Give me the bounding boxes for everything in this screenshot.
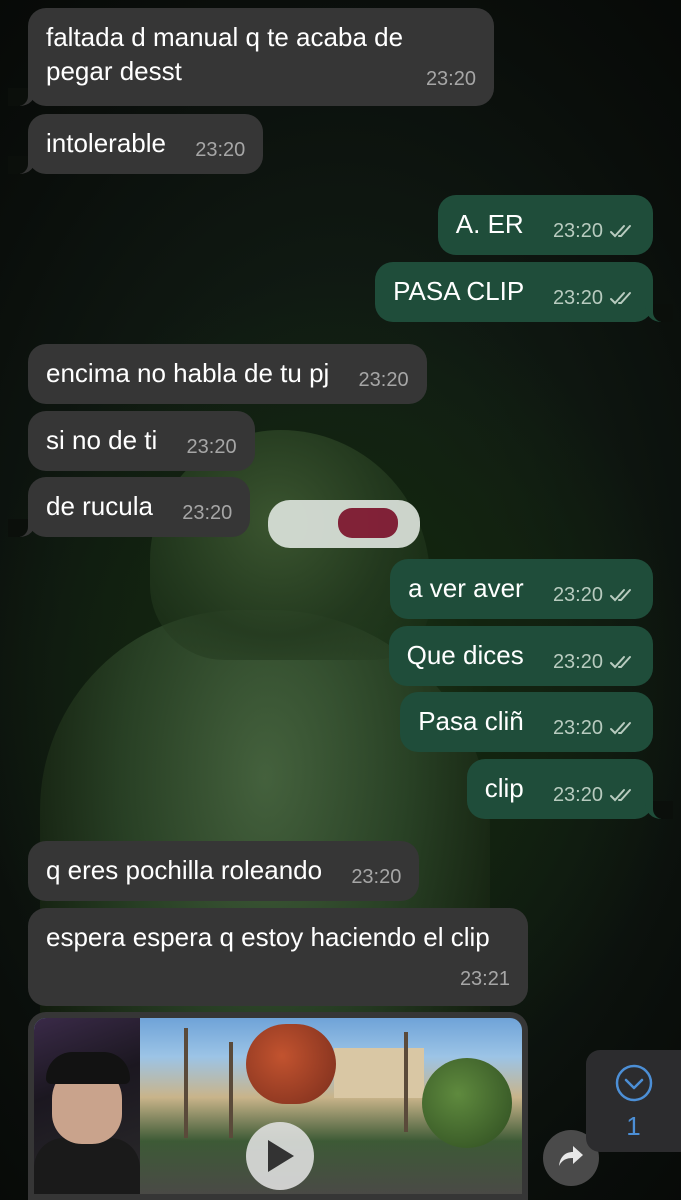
message-time: 23:20 — [552, 287, 603, 309]
double-check-icon — [609, 787, 635, 803]
message-text: intolerable — [46, 128, 166, 158]
scroll-to-bottom-button[interactable]: 1 — [586, 1050, 681, 1152]
message-time: 23:20 — [552, 651, 603, 673]
incoming-message[interactable]: faltada d manual q te acaba de pegar des… — [8, 8, 494, 106]
message-text: a ver aver — [408, 573, 524, 603]
message-time: 23:20 — [358, 369, 409, 391]
message-text: q eres pochilla roleando — [46, 855, 323, 885]
outgoing-message[interactable]: A. ER 23:20 — [437, 195, 653, 255]
thumbnail-palm — [404, 1032, 408, 1132]
message-time: 23:20 — [552, 220, 603, 242]
message-meta: 23:20 — [553, 645, 635, 679]
message-text: faltada d manual q te acaba de pegar des… — [46, 22, 404, 86]
message-time: 23:20 — [186, 436, 237, 458]
message-meta: 23:20 — [351, 860, 401, 894]
incoming-message[interactable]: si no de ti 23:20 — [28, 411, 255, 471]
chevron-down-icon — [614, 1063, 654, 1108]
message-time: 23:20 — [552, 584, 603, 606]
message-meta: 23:20 — [553, 778, 635, 812]
message-time: 23:20 — [351, 866, 402, 888]
outgoing-message[interactable]: Que dices 23:20 — [388, 626, 653, 686]
message-text: Pasa cliñ — [418, 706, 524, 736]
message-text: PASA CLIP — [393, 276, 524, 306]
play-icon[interactable] — [246, 1122, 314, 1190]
message-time: 23:20 — [552, 717, 603, 739]
outgoing-message[interactable]: PASA CLIP 23:20 — [375, 262, 673, 322]
message-time: 23:20 — [195, 139, 246, 161]
share-arrow-icon — [557, 1144, 585, 1173]
message-meta: 23:20 — [187, 430, 237, 464]
message-time: 23:20 — [425, 68, 476, 90]
message-list[interactable]: faltada d manual q te acaba de pegar des… — [0, 0, 681, 1200]
message-meta: 23:20 — [359, 363, 409, 397]
video-message[interactable] — [28, 1012, 528, 1200]
message-text: encima no habla de tu pj — [46, 358, 330, 388]
thumbnail-building — [334, 1048, 424, 1098]
message-meta: 23:20 — [182, 496, 232, 530]
message-text: A. ER — [455, 209, 524, 239]
double-check-icon — [609, 290, 635, 306]
incoming-message[interactable]: encima no habla de tu pj 23:20 — [28, 344, 427, 404]
webcam-cap — [46, 1052, 130, 1084]
message-time: 23:20 — [552, 784, 603, 806]
outgoing-message[interactable]: Pasa cliñ 23:20 — [400, 692, 653, 752]
message-text: clip — [484, 773, 524, 803]
webcam-shirt — [34, 1138, 140, 1194]
incoming-message[interactable]: espera espera q estoy haciendo el clip 2… — [28, 908, 528, 1006]
message-meta: 23:20 — [553, 711, 635, 745]
incoming-message[interactable]: de rucula 23:20 — [7, 477, 251, 537]
double-check-icon — [609, 587, 635, 603]
video-thumbnail[interactable] — [34, 1018, 522, 1194]
message-text: Que dices — [406, 640, 524, 670]
streamer-webcam — [34, 1018, 140, 1194]
message-meta: 23:20 — [195, 133, 245, 167]
message-meta: 23:20 — [553, 214, 635, 248]
message-text: espera espera q estoy haciendo el clip — [46, 922, 490, 952]
message-meta: 23:20 — [553, 578, 635, 612]
thumbnail-palm — [184, 1028, 188, 1138]
double-check-icon — [609, 654, 635, 670]
message-meta: 23:21 — [460, 962, 510, 996]
double-check-icon — [609, 223, 635, 239]
message-meta: 23:20 — [553, 281, 635, 315]
thumbnail-palm — [229, 1042, 233, 1138]
thumbnail-bush — [422, 1058, 512, 1148]
outgoing-message[interactable]: clip 23:20 — [466, 759, 674, 819]
message-meta: 23:20 — [426, 62, 476, 96]
message-time: 23:21 — [459, 968, 510, 990]
incoming-message[interactable]: q eres pochilla roleando 23:20 — [28, 841, 420, 901]
unread-count: 1 — [626, 1110, 641, 1141]
message-time: 23:20 — [182, 502, 233, 524]
incoming-message[interactable]: intolerable 23:20 — [7, 114, 264, 174]
double-check-icon — [609, 720, 635, 736]
thumbnail-tree — [246, 1024, 336, 1104]
message-text: de rucula — [46, 491, 153, 521]
outgoing-message[interactable]: a ver aver 23:20 — [390, 559, 653, 619]
message-text: si no de ti — [46, 425, 158, 455]
